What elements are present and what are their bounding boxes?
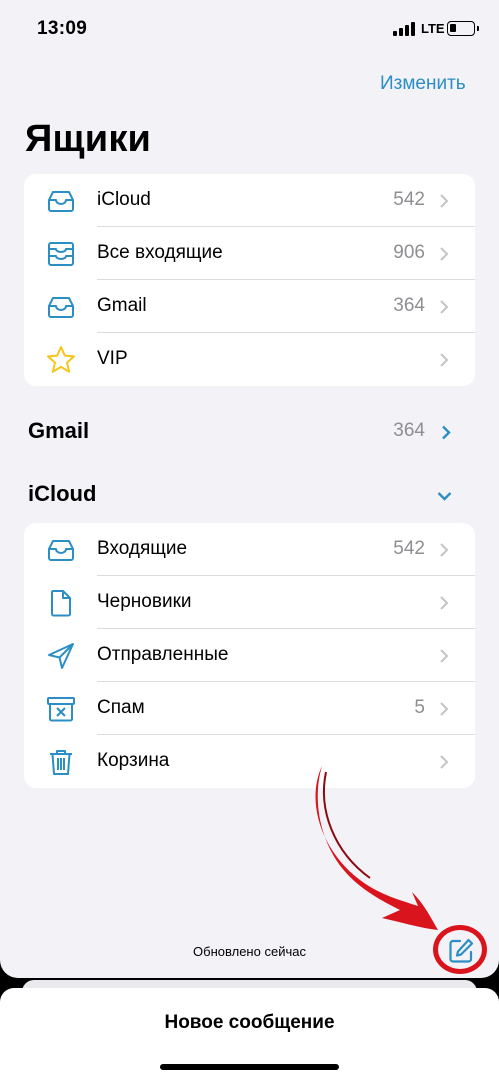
new-message-sheet[interactable]: Новое сообщение [0,988,499,1080]
section-title: Gmail [28,418,90,443]
star-icon [47,346,75,373]
trash-icon [50,750,72,775]
all-inboxes-icon [48,242,74,266]
section-icloud[interactable]: iCloud [28,481,475,513]
folder-count: 5 [414,697,425,718]
mailbox-count: 906 [393,242,425,263]
mailboxes-card: iCloud 542 Все входящие 906 Gmail 364 VI… [24,174,475,386]
folder-label: Входящие [97,538,188,559]
inbox-icon [48,297,74,318]
folder-count: 542 [393,538,425,559]
folder-row-junk[interactable]: Спам 5 [24,682,475,735]
mailbox-label: Все входящие [97,242,223,263]
folder-label: Черновики [97,591,192,612]
mailbox-row-gmail[interactable]: Gmail 364 [24,280,475,333]
section-title: iCloud [28,481,97,506]
folder-label: Корзина [97,750,170,771]
document-icon [51,590,71,617]
folder-label: Отправленные [97,644,229,665]
chevron-right-icon [440,194,449,208]
junk-box-icon [47,697,75,722]
mailbox-row-icloud[interactable]: iCloud 542 [24,174,475,227]
status-time: 13:09 [37,18,88,39]
section-gmail[interactable]: Gmail 364 [28,418,475,450]
chevron-right-icon [440,300,449,314]
chevron-right-icon [440,596,449,610]
mailbox-label: Gmail [97,295,147,316]
network-type: LTE [421,21,445,36]
folder-row-sent[interactable]: Отправленные [24,629,475,682]
chevron-right-icon [440,649,449,663]
battery-icon [447,21,479,36]
page-title: Ящики [25,118,152,160]
status-bar: 13:09 LTE [0,0,499,60]
folder-label: Спам [97,697,145,718]
sheet-title[interactable]: Новое сообщение [0,1012,499,1034]
mailbox-count: 364 [393,295,425,316]
compose-icon[interactable] [446,936,476,966]
home-indicator[interactable] [160,1064,339,1070]
mailbox-row-vip[interactable]: VIP [24,333,475,386]
mailbox-label: VIP [97,348,128,369]
paper-plane-icon [48,643,74,669]
edit-button[interactable]: Изменить [380,73,466,95]
inbox-icon [48,191,74,212]
updated-status: Обновлено сейчас [193,944,306,959]
chevron-down-icon [437,492,452,501]
chevron-right-icon [440,247,449,261]
chevron-right-icon [442,425,451,440]
mailbox-count: 542 [393,189,425,210]
folder-row-drafts[interactable]: Черновики [24,576,475,629]
cellular-signal-icon [393,22,417,36]
mailbox-label: iCloud [97,189,151,210]
chevron-right-icon [440,353,449,367]
section-count: 364 [393,420,425,441]
chevron-right-icon [440,702,449,716]
mail-mailboxes-screen: 13:09 LTE Изменить Ящики iCloud 542 Все … [0,0,499,978]
folder-row-inbox[interactable]: Входящие 542 [24,523,475,576]
chevron-right-icon [440,543,449,557]
inbox-icon [48,540,74,561]
icloud-folders-card: Входящие 542 Черновики Отправленные Спам… [24,523,475,788]
mailbox-row-all-inboxes[interactable]: Все входящие 906 [24,227,475,280]
